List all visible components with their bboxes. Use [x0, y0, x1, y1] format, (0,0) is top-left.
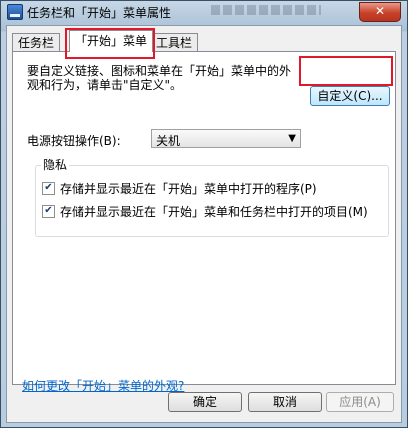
power-button-value: 关机: [156, 134, 181, 148]
dialog-client-area: 任务栏 「开始」菜单 工具栏 要自定义链接、图标和菜单在「开始」菜单中的外观和行…: [6, 25, 402, 423]
taskbar-icon: [7, 4, 23, 20]
cancel-button[interactable]: 取消: [248, 392, 322, 412]
privacy-group: [35, 165, 389, 237]
window-title: 任务栏和「开始」菜单属性: [27, 6, 172, 20]
customize-button[interactable]: 自定义(C)...: [310, 86, 390, 106]
recent-programs-label: 存储并显示最近在「开始」菜单中打开的程序(P): [60, 182, 317, 196]
customize-description: 要自定义链接、图标和菜单在「开始」菜单中的外观和行为，请单击"自定义"。: [27, 64, 292, 92]
recent-programs-option[interactable]: ✔ 存储并显示最近在「开始」菜单中打开的程序(P): [42, 180, 317, 197]
start-menu-panel: 要自定义链接、图标和菜单在「开始」菜单中的外观和行为，请单击"自定义"。 自定义…: [12, 51, 396, 393]
power-button-label: 电源按钮操作(B):: [27, 134, 121, 148]
tab-toolbars[interactable]: 工具栏: [150, 33, 199, 52]
recent-items-label: 存储并显示最近在「开始」菜单和任务栏中打开的项目(M): [60, 205, 368, 219]
power-button-select[interactable]: 关机 ▼: [151, 129, 301, 148]
ok-button[interactable]: 确定: [168, 392, 242, 412]
chevron-down-icon: ▼: [288, 133, 296, 144]
background-title-text: [211, 5, 321, 15]
recent-programs-checkbox[interactable]: ✔: [42, 182, 55, 195]
recent-items-option[interactable]: ✔ 存储并显示最近在「开始」菜单和任务栏中打开的项目(M): [42, 203, 368, 220]
close-button[interactable]: ✕: [359, 2, 401, 22]
tab-start-menu[interactable]: 「开始」菜单: [69, 30, 154, 52]
tab-taskbar[interactable]: 任务栏: [12, 33, 61, 52]
apply-button[interactable]: 应用(A): [326, 392, 394, 412]
dialog-window: 任务栏和「开始」菜单属性 ✕ 任务栏 「开始」菜单 工具栏 要自定义链接、图标和…: [0, 0, 408, 428]
help-link[interactable]: 如何更改「开始」菜单的外观?: [22, 377, 184, 394]
title-bar[interactable]: 任务栏和「开始」菜单属性 ✕: [1, 1, 407, 23]
privacy-title: 隐私: [41, 156, 70, 173]
recent-items-checkbox[interactable]: ✔: [42, 205, 55, 218]
